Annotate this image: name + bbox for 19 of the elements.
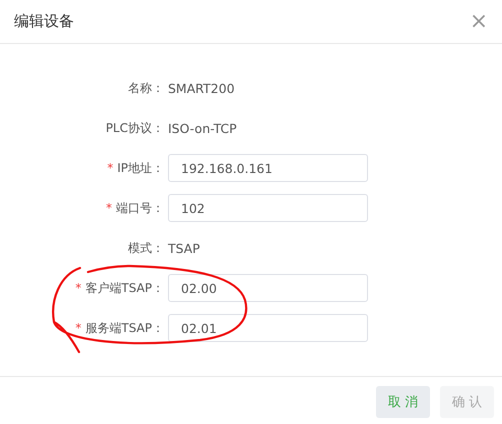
input-field[interactable]: 02.01 [168,314,368,342]
field-label: 名称： [128,80,164,94]
input-field[interactable]: 02.00 [168,274,368,302]
required-mark: * [75,320,82,334]
required-mark: * [75,280,82,294]
field-label: IP地址： [117,160,164,174]
field-value: SMART200 [168,80,235,96]
field-value: TSAP [168,240,200,256]
input-field[interactable]: 192.168.0.161 [168,154,368,182]
field-label: 服务端TSAP： [85,320,164,334]
input-field[interactable]: 102 [168,194,368,222]
field-label: PLC协议： [106,120,164,134]
dialog-title: 编辑设备 [14,12,74,31]
field-label: 端口号： [116,200,164,214]
required-mark: * [106,200,112,214]
field-label: 客户端TSAP： [85,280,164,294]
field-value: ISO-on-TCP [168,120,237,136]
required-mark: * [107,160,114,174]
field-label: 模式： [128,240,164,254]
